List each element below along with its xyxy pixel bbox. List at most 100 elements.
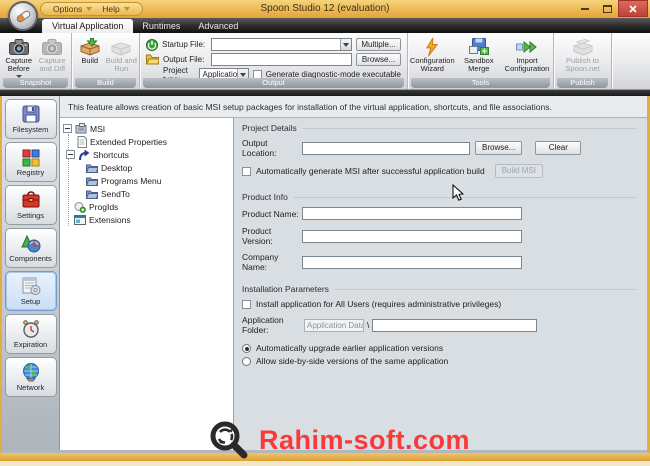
build-and-run-button: Build and Run — [106, 35, 138, 74]
product-version-input[interactable] — [302, 229, 522, 243]
chevron-down-icon — [123, 7, 130, 11]
folder-icon — [86, 189, 98, 199]
ribbon: Capture Before Capture and Diff Snapshot — [0, 33, 650, 90]
output-location-input[interactable] — [302, 141, 470, 155]
ribbon-group-output: Startup File: Multiple... Output File: B… — [140, 33, 408, 89]
tree-item-msi[interactable]: MSI — [60, 122, 233, 135]
sidebar-item-filesystem[interactable]: Filesystem — [4, 99, 57, 139]
group-label-snapshot: Snapshot — [3, 78, 68, 88]
chevron-down-icon[interactable] — [340, 39, 351, 50]
tab-virtual-application[interactable]: Virtual Application — [42, 19, 134, 33]
import-configuration-button[interactable]: Import Configuration — [503, 35, 551, 74]
sidebar-item-network[interactable]: Network — [4, 357, 57, 397]
product-name-label: Product Name: — [242, 208, 299, 219]
progids-icon — [74, 201, 86, 213]
menu-help[interactable]: Help — [102, 4, 130, 14]
sandbox-merge-icon — [468, 37, 489, 57]
sidebar-item-setup[interactable]: Setup — [4, 271, 57, 311]
startup-file-label: Startup File: — [162, 40, 206, 49]
watermark: Rahim-soft.com — [208, 419, 470, 461]
tree-item-sendto[interactable]: SendTo — [60, 187, 233, 200]
sidebar-item-components[interactable]: Components — [4, 228, 57, 268]
magnifier-watermark-icon — [210, 421, 248, 459]
minimize-icon — [581, 7, 589, 10]
setup-form-panel: Project Details Output Location: Browse.… — [234, 118, 647, 450]
output-file-input[interactable] — [211, 53, 352, 66]
publish-box-icon — [572, 37, 594, 57]
tree-item-extensions[interactable]: Extensions — [60, 213, 233, 226]
ribbon-group-build: Build Build and Run Build — [72, 33, 140, 89]
minimize-button[interactable] — [574, 0, 596, 17]
collapse-expander-icon[interactable] — [66, 150, 75, 159]
ribbon-group-tools: Configuration Wizard Sandbox Merge Impor… — [408, 33, 554, 89]
sandbox-merge-button[interactable]: Sandbox Merge — [459, 35, 499, 74]
tree-item-shortcuts[interactable]: Shortcuts — [60, 148, 233, 161]
folder-icon — [86, 163, 98, 173]
output-location-label: Output Location: — [242, 138, 277, 158]
import-arrows-icon — [515, 37, 538, 57]
window-shadow-strip — [0, 461, 650, 466]
sidebar-item-expiration[interactable]: Expiration — [4, 314, 57, 354]
multiple-button[interactable]: Multiple... — [356, 38, 401, 51]
watermark-text: Rahim-soft.com — [259, 424, 471, 455]
ribbon-group-publish: Publish to Spoon.net Publish — [554, 33, 612, 89]
tree-item-programs-menu[interactable]: Programs Menu — [60, 174, 233, 187]
camera-icon — [42, 37, 63, 57]
configuration-wizard-button[interactable]: Configuration Wizard — [410, 35, 455, 74]
group-label-publish: Publish — [557, 78, 608, 88]
extensions-icon — [74, 214, 86, 226]
side-by-side-radio[interactable] — [242, 356, 251, 366]
capture-before-button[interactable]: Capture Before — [2, 35, 36, 78]
tab-advanced[interactable]: Advanced — [189, 19, 247, 33]
tab-runtimes[interactable]: Runtimes — [133, 19, 189, 33]
build-button[interactable]: Build — [74, 35, 106, 65]
close-icon — [629, 4, 637, 13]
application-folder-input[interactable] — [372, 318, 538, 332]
upgrade-versions-radio[interactable] — [242, 343, 251, 353]
product-version-label: Product Version: — [242, 226, 273, 246]
maximize-icon — [602, 4, 612, 13]
registry-icon — [22, 149, 39, 167]
all-users-label: Install application for All Users (requi… — [256, 299, 502, 309]
sidebar-item-registry[interactable]: Registry — [4, 142, 57, 182]
upgrade-versions-label: Automatically upgrade earlier applicatio… — [256, 343, 444, 353]
browse-button[interactable]: Browse... — [475, 141, 523, 155]
application-data-readonly-field: Application Data — [304, 318, 364, 332]
collapse-expander-icon[interactable] — [63, 124, 72, 133]
product-name-input[interactable] — [302, 207, 522, 220]
setup-tree-panel: MSI Extended Properties Shortcuts Deskto… — [60, 118, 234, 450]
sidebar: Filesystem Registry Settings Components … — [2, 96, 60, 450]
auto-generate-msi-checkbox[interactable] — [242, 166, 251, 176]
components-icon — [20, 234, 40, 253]
section-product-info: Product Info — [242, 192, 637, 202]
app-logo-orb-icon[interactable] — [8, 1, 38, 31]
camera-icon — [8, 37, 29, 57]
startup-power-icon — [146, 38, 158, 51]
all-users-checkbox[interactable] — [242, 299, 251, 309]
close-button[interactable] — [618, 0, 648, 17]
globe-icon — [22, 363, 39, 382]
folder-icon — [86, 176, 98, 186]
tree-item-progids[interactable]: ProgIds — [60, 200, 233, 213]
tree-item-desktop[interactable]: Desktop — [60, 161, 233, 174]
output-browse-button[interactable]: Browse... — [356, 53, 401, 66]
sidebar-item-settings[interactable]: Settings — [4, 185, 57, 225]
build-run-box-icon — [110, 37, 132, 57]
tree-item-extended-properties[interactable]: Extended Properties — [60, 135, 233, 148]
side-by-side-label: Allow side-by-side versions of the same … — [256, 356, 449, 366]
startup-file-combo[interactable] — [210, 38, 352, 51]
maximize-button[interactable] — [596, 0, 618, 17]
mouse-cursor — [452, 183, 465, 207]
toolbox-icon — [22, 191, 39, 208]
company-name-input[interactable] — [302, 255, 522, 269]
menu-options[interactable]: Options — [53, 4, 93, 14]
feature-description: This feature allows creation of basic MS… — [60, 96, 647, 118]
section-project-details: Project Details — [242, 123, 637, 133]
clear-button[interactable]: Clear — [535, 141, 582, 155]
capture-and-diff-button: Capture and Diff — [36, 35, 70, 74]
output-folder-icon — [146, 54, 159, 65]
app-window: Spoon Studio 12 (evaluation) Options Hel… — [0, 0, 650, 466]
build-box-icon — [79, 37, 101, 57]
title-bar: Spoon Studio 12 (evaluation) Options Hel… — [0, 0, 650, 18]
publish-to-spoon-button: Publish to Spoon.net — [558, 35, 608, 74]
